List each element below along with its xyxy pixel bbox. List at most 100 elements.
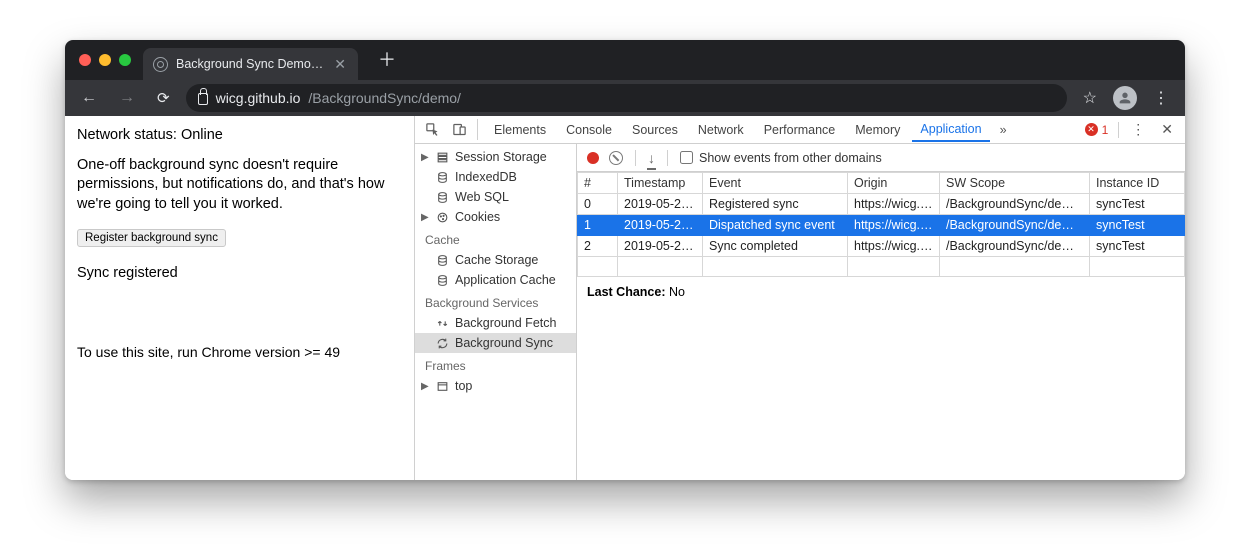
cell-timestamp: 2019-05-2…: [618, 236, 703, 257]
sidebar-item-label: Web SQL: [455, 190, 509, 204]
chevron-right-icon: ▶: [421, 212, 429, 223]
network-status-label: Network status:: [77, 127, 181, 143]
col-origin[interactable]: Origin: [848, 173, 940, 194]
sidebar-item-background-fetch[interactable]: Background Fetch: [415, 313, 576, 333]
chevron-right-icon: ▶: [421, 381, 429, 392]
cell-idx: 2: [578, 236, 618, 257]
storage-icon: [435, 151, 449, 164]
col-sw-scope[interactable]: SW Scope: [940, 173, 1090, 194]
profile-avatar[interactable]: [1113, 86, 1137, 110]
fullscreen-window-button[interactable]: [119, 54, 131, 66]
cell-idx: 0: [578, 194, 618, 215]
last-chance-value: No: [669, 285, 685, 299]
cell-timestamp: 2019-05-2…: [618, 194, 703, 215]
table-header-row: # Timestamp Event Origin SW Scope Instan…: [578, 173, 1185, 194]
sidebar-item-frame-top[interactable]: ▶ top: [415, 376, 576, 396]
cell-origin: https://wicg.…: [848, 194, 940, 215]
tab-strip: Background Sync Demonstratic ✕ ＋: [65, 40, 1185, 80]
database-icon: [435, 254, 449, 267]
chevron-right-icon: ▶: [421, 152, 429, 163]
forward-button[interactable]: →: [113, 85, 141, 111]
application-sidebar: ▶ Session Storage IndexedDB Web SQL ▶: [415, 144, 577, 480]
register-background-sync-button[interactable]: Register background sync: [77, 229, 226, 247]
sidebar-section-background-services: Background Services: [415, 290, 576, 313]
event-detail: Last Chance: No: [577, 277, 1185, 307]
network-status: Network status: Online: [77, 126, 402, 146]
col-instance-id[interactable]: Instance ID: [1090, 173, 1185, 194]
devtools-close-button[interactable]: ✕: [1155, 118, 1179, 141]
sidebar-section-frames: Frames: [415, 353, 576, 376]
address-bar[interactable]: wicg.github.io/BackgroundSync/demo/: [186, 84, 1067, 112]
sidebar-item-application-cache[interactable]: Application Cache: [415, 270, 576, 290]
browser-tab[interactable]: Background Sync Demonstratic ✕: [143, 48, 358, 80]
sidebar-item-label: Background Fetch: [455, 316, 556, 330]
sidebar-item-session-storage[interactable]: ▶ Session Storage: [415, 147, 576, 167]
last-chance-label: Last Chance:: [587, 285, 666, 299]
cell-sw_scope: /BackgroundSync/de…: [940, 236, 1090, 257]
table-row[interactable]: 22019-05-2…Sync completedhttps://wicg.…/…: [578, 236, 1185, 257]
sidebar-item-label: top: [455, 379, 472, 393]
device-toolbar-icon[interactable]: [448, 119, 471, 140]
sidebar-item-label: Cache Storage: [455, 253, 538, 267]
url-path: /BackgroundSync/demo/: [308, 90, 461, 106]
table-row[interactable]: 02019-05-2…Registered synchttps://wicg.……: [578, 194, 1185, 215]
url-host: wicg.github.io: [216, 90, 301, 106]
devtools-panel: Elements Console Sources Network Perform…: [415, 116, 1185, 480]
tab-console[interactable]: Console: [558, 118, 620, 142]
cell-instance_id: syncTest: [1090, 215, 1185, 236]
minimize-window-button[interactable]: [99, 54, 111, 66]
page-description: One-off background sync doesn't require …: [77, 156, 402, 215]
table-row[interactable]: 12019-05-2…Dispatched sync eventhttps://…: [578, 215, 1185, 236]
sidebar-item-web-sql[interactable]: Web SQL: [415, 187, 576, 207]
more-tabs-icon[interactable]: »: [994, 120, 1013, 140]
chrome-version-hint: To use this site, run Chrome version >= …: [77, 343, 402, 362]
tab-application[interactable]: Application: [912, 117, 989, 142]
database-icon: [435, 171, 449, 184]
col-event[interactable]: Event: [703, 173, 848, 194]
tab-title: Background Sync Demonstratic: [176, 57, 324, 71]
cookie-icon: [435, 211, 449, 224]
tab-elements[interactable]: Elements: [486, 118, 554, 142]
database-icon: [435, 191, 449, 204]
tab-sources[interactable]: Sources: [624, 118, 686, 142]
col-index[interactable]: #: [578, 173, 618, 194]
clear-button[interactable]: [609, 151, 623, 165]
lock-icon: [198, 93, 208, 105]
cell-event: Dispatched sync event: [703, 215, 848, 236]
cell-event: Sync completed: [703, 236, 848, 257]
save-events-button[interactable]: ↓: [648, 150, 655, 166]
col-timestamp[interactable]: Timestamp: [618, 173, 703, 194]
sidebar-item-indexeddb[interactable]: IndexedDB: [415, 167, 576, 187]
sidebar-item-label: Cookies: [455, 210, 500, 224]
cell-instance_id: syncTest: [1090, 194, 1185, 215]
sidebar-item-label: Background Sync: [455, 336, 553, 350]
globe-icon: [153, 57, 168, 72]
sync-icon: [435, 337, 449, 350]
error-count-value: 1: [1102, 123, 1109, 137]
record-button[interactable]: [587, 152, 599, 164]
tab-network[interactable]: Network: [690, 118, 752, 142]
cell-origin: https://wicg.…: [848, 215, 940, 236]
browser-menu-button[interactable]: ⋮: [1147, 86, 1175, 110]
window-controls: [79, 54, 131, 66]
inspect-element-icon[interactable]: [421, 119, 444, 140]
reload-button[interactable]: ⟳: [151, 85, 176, 111]
devtools-body: ▶ Session Storage IndexedDB Web SQL ▶: [415, 144, 1185, 480]
sidebar-item-cache-storage[interactable]: Cache Storage: [415, 250, 576, 270]
error-count-badge[interactable]: 1: [1081, 123, 1113, 137]
close-window-button[interactable]: [79, 54, 91, 66]
show-other-domains-checkbox[interactable]: Show events from other domains: [680, 151, 882, 165]
checkbox-input[interactable]: [680, 151, 693, 164]
sidebar-item-background-sync[interactable]: Background Sync: [415, 333, 576, 353]
back-button[interactable]: ←: [75, 85, 103, 111]
sidebar-item-cookies[interactable]: ▶ Cookies: [415, 207, 576, 227]
devtools-menu-button[interactable]: ⋮: [1125, 118, 1151, 141]
bookmark-star-icon[interactable]: ☆: [1077, 86, 1103, 110]
frame-icon: [435, 380, 449, 393]
close-tab-icon[interactable]: ✕: [332, 55, 348, 73]
error-icon: [1085, 123, 1098, 136]
background-sync-view: ↓ Show events from other domains: [577, 144, 1185, 480]
new-tab-button[interactable]: ＋: [370, 47, 404, 73]
tab-performance[interactable]: Performance: [756, 118, 844, 142]
tab-memory[interactable]: Memory: [847, 118, 908, 142]
